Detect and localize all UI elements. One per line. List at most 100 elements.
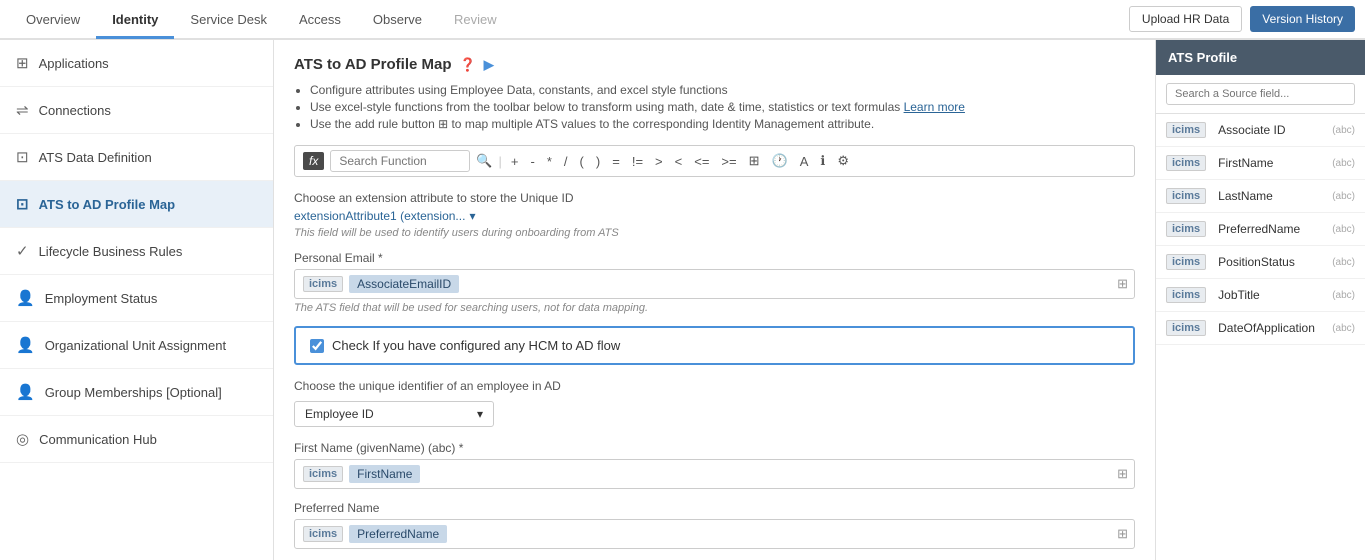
first-name-label: First Name (givenName) (abc) * <box>294 441 1135 455</box>
top-nav-buttons: Upload HR Data Version History <box>1129 6 1355 32</box>
icims-badge: icims <box>303 276 343 292</box>
sidebar-item-connections[interactable]: ⇌ Connections <box>0 87 273 134</box>
multiply-btn[interactable]: * <box>544 154 555 169</box>
associate-email-chip: AssociateEmailID <box>349 275 459 293</box>
personal-email-field: Personal Email * icims AssociateEmailID … <box>294 251 1135 314</box>
equals-btn[interactable]: = <box>609 154 623 169</box>
extension-label: Choose an extension attribute to store t… <box>294 191 1135 205</box>
sidebar-item-ats-profile-map[interactable]: ⊡ ATS to AD Profile Map <box>0 181 273 228</box>
sidebar-item-label: Applications <box>39 56 109 71</box>
divide-btn[interactable]: / <box>561 154 571 169</box>
open-paren-btn[interactable]: ( <box>577 154 587 169</box>
grid-btn[interactable]: ⊞ <box>746 153 763 169</box>
personal-email-label: Personal Email * <box>294 251 1135 265</box>
ats-search-area <box>1156 75 1365 114</box>
bullet-2: Use excel-style functions from the toolb… <box>310 100 1135 114</box>
ats-field-type: (abc) <box>1332 125 1355 136</box>
sidebar-item-employment-status[interactable]: 👤 Employment Status <box>0 275 273 322</box>
gear-icon[interactable]: ⚙ <box>834 153 852 169</box>
bullet-3: Use the add rule button ⊞ to map multipl… <box>310 117 1135 131</box>
text-btn[interactable]: A <box>797 154 812 169</box>
ats-field-firstname: icims FirstName (abc) <box>1156 147 1365 180</box>
ats-field-preferredname: icims PreferredName (abc) <box>1156 213 1365 246</box>
description-list: Configure attributes using Employee Data… <box>310 83 1135 131</box>
nav-overview[interactable]: Overview <box>10 0 96 39</box>
search-icon[interactable]: 🔍 <box>476 153 492 169</box>
employment-icon: 👤 <box>16 289 35 307</box>
greater-btn[interactable]: > <box>652 154 666 169</box>
ats-profile-panel: ATS Profile icims Associate ID (abc) ici… <box>1155 40 1365 560</box>
learn-more-link[interactable]: Learn more <box>904 100 965 114</box>
lifecycle-icon: ✓ <box>16 242 29 260</box>
unique-id-label: Choose the unique identifier of an emplo… <box>294 379 1135 393</box>
ats-field-jobtitle: icims JobTitle (abc) <box>1156 279 1365 312</box>
ats-field-name: FirstName <box>1218 156 1326 170</box>
not-equals-btn[interactable]: != <box>629 154 646 169</box>
org-unit-icon: 👤 <box>16 336 35 354</box>
ats-field-name: JobTitle <box>1218 288 1326 302</box>
table-icon: ⊞ <box>1117 466 1128 482</box>
function-toolbar: fx 🔍 | + - * / ( ) = != > < <= >= ⊞ 🕐 A … <box>294 145 1135 177</box>
first-name-input[interactable]: icims FirstName ⊞ <box>294 459 1135 489</box>
sidebar-item-ats-data-def[interactable]: ⊡ ATS Data Definition <box>0 134 273 181</box>
sidebar: ⊞ Applications ⇌ Connections ⊡ ATS Data … <box>0 40 274 560</box>
employee-id-select[interactable]: Employee ID ▾ <box>294 401 494 427</box>
nav-service-desk[interactable]: Service Desk <box>174 0 283 39</box>
nav-identity[interactable]: Identity <box>96 0 174 39</box>
sidebar-item-org-unit[interactable]: 👤 Organizational Unit Assignment <box>0 322 273 369</box>
hcm-checkbox-row[interactable]: Check If you have configured any HCM to … <box>294 326 1135 365</box>
extension-select[interactable]: extensionAttribute1 (extension... ▾ <box>294 209 1135 223</box>
icims-badge: icims <box>1166 254 1206 270</box>
plus-btn[interactable]: + <box>508 154 522 169</box>
table-icon: ⊞ <box>1117 526 1128 542</box>
icims-badge: icims <box>1166 122 1206 138</box>
hcm-checkbox[interactable] <box>310 339 324 353</box>
help-icon[interactable]: ❓ <box>460 57 476 73</box>
ats-field-name: DateOfApplication <box>1218 321 1326 335</box>
top-nav: Overview Identity Service Desk Access Ob… <box>0 0 1365 40</box>
nav-observe[interactable]: Observe <box>357 0 438 39</box>
gte-btn[interactable]: >= <box>718 154 739 169</box>
version-history-button[interactable]: Version History <box>1250 6 1355 32</box>
applications-icon: ⊞ <box>16 54 29 72</box>
minus-btn[interactable]: - <box>528 154 538 169</box>
sidebar-item-label: ATS to AD Profile Map <box>39 197 176 212</box>
ats-field-type: (abc) <box>1332 257 1355 268</box>
preferred-name-label: Preferred Name <box>294 501 1135 515</box>
ats-field-positionstatus: icims PositionStatus (abc) <box>1156 246 1365 279</box>
sidebar-item-label: Group Memberships [Optional] <box>45 385 222 400</box>
sidebar-item-applications[interactable]: ⊞ Applications <box>0 40 273 87</box>
personal-email-input[interactable]: icims AssociateEmailID ⊞ <box>294 269 1135 299</box>
personal-email-hint: The ATS field that will be used for sear… <box>294 302 1135 314</box>
search-function-input[interactable] <box>330 150 470 172</box>
close-paren-btn[interactable]: ) <box>593 154 603 169</box>
play-icon[interactable]: ▶ <box>484 57 494 73</box>
sidebar-item-label: Communication Hub <box>39 432 157 447</box>
comm-hub-icon: ◎ <box>16 430 29 448</box>
sidebar-item-lifecycle-rules[interactable]: ✓ Lifecycle Business Rules <box>0 228 273 275</box>
ats-search-input[interactable] <box>1166 83 1355 105</box>
less-btn[interactable]: < <box>672 154 686 169</box>
sidebar-item-label: Lifecycle Business Rules <box>39 244 183 259</box>
lte-btn[interactable]: <= <box>691 154 712 169</box>
sidebar-item-label: Employment Status <box>45 291 158 306</box>
ats-field-type: (abc) <box>1332 290 1355 301</box>
ats-field-type: (abc) <box>1332 158 1355 169</box>
chevron-down-icon: ▾ <box>477 407 483 421</box>
preferred-name-input[interactable]: icims PreferredName ⊞ <box>294 519 1135 549</box>
ats-panel-title: ATS Profile <box>1156 40 1365 75</box>
nav-review: Review <box>438 0 513 39</box>
page-title: ATS to AD Profile Map ❓ ▶ <box>294 56 1135 73</box>
clock-btn[interactable]: 🕐 <box>769 153 791 169</box>
first-name-field: First Name (givenName) (abc) * icims Fir… <box>294 441 1135 489</box>
info-btn[interactable]: ℹ <box>817 153 828 169</box>
sidebar-item-group-memberships[interactable]: 👤 Group Memberships [Optional] <box>0 369 273 416</box>
upload-hr-data-button[interactable]: Upload HR Data <box>1129 6 1242 32</box>
hcm-checkbox-label: Check If you have configured any HCM to … <box>332 338 620 353</box>
ats-field-name: PreferredName <box>1218 222 1326 236</box>
connections-icon: ⇌ <box>16 101 29 119</box>
extension-hint: This field will be used to identify user… <box>294 227 1135 239</box>
sidebar-item-comm-hub[interactable]: ◎ Communication Hub <box>0 416 273 463</box>
nav-access[interactable]: Access <box>283 0 357 39</box>
main-layout: ⊞ Applications ⇌ Connections ⊡ ATS Data … <box>0 40 1365 560</box>
